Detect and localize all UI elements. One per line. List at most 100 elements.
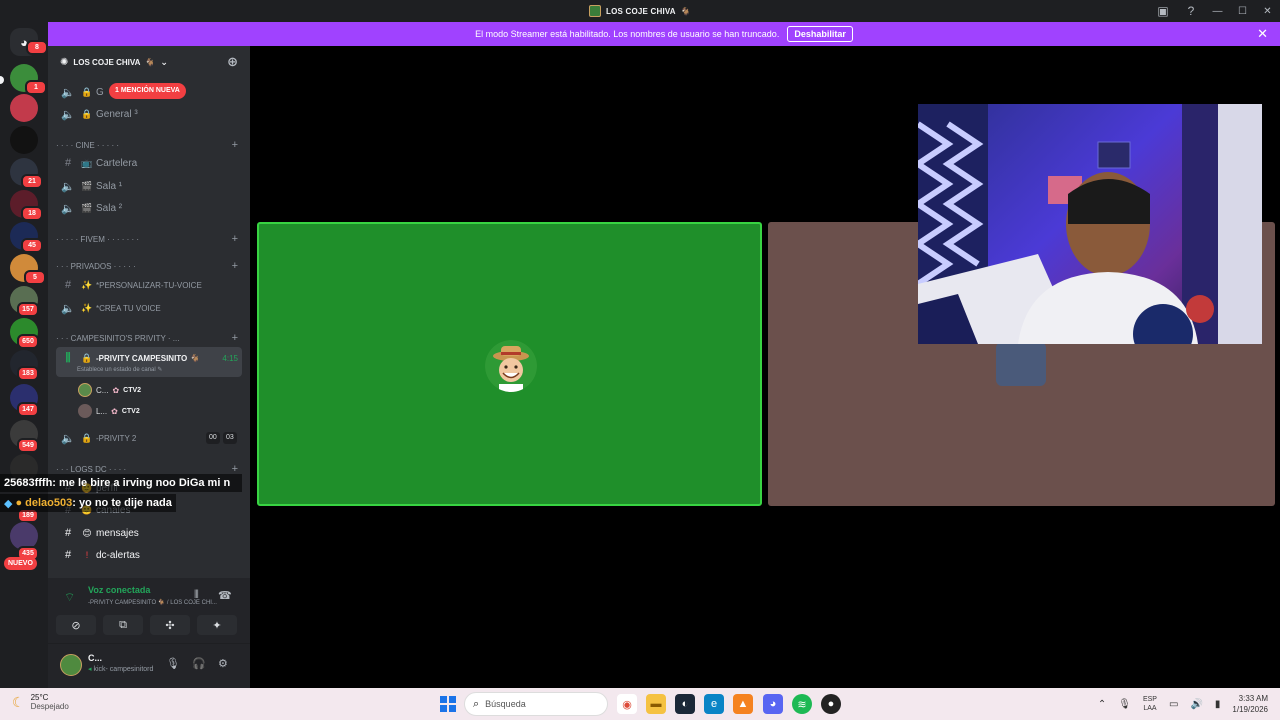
channel-sala2[interactable]: 🔈 🎬 Sala ²	[56, 198, 242, 218]
weather-temp: 25°C	[30, 693, 49, 702]
close-button[interactable]: ✕	[1255, 0, 1280, 22]
hashtag-icon: #	[64, 549, 72, 561]
windows-logo-icon	[449, 705, 456, 712]
windows-logo-icon	[449, 696, 456, 703]
add-channel-icon[interactable]: +	[232, 260, 238, 272]
channel-dc-alertas[interactable]: # ! dc-alertas	[56, 545, 242, 565]
mention-badge[interactable]: 1 MENCIÓN NUEVA	[109, 83, 186, 99]
channel-status-text: Establece un estado de canal	[77, 367, 156, 373]
signal-icon[interactable]: ⌔	[64, 590, 75, 605]
screen-share-button[interactable]: ⧉	[103, 615, 143, 635]
channel-mensajes[interactable]: # 😊 mensajes	[56, 523, 242, 543]
server-badge: 650	[17, 334, 39, 349]
chevron-up-icon[interactable]: ⌃	[1098, 699, 1106, 710]
keyboard-layout: LAA	[1143, 705, 1157, 712]
close-icon[interactable]: ✕	[1257, 26, 1268, 42]
maximize-button[interactable]: ☐	[1230, 0, 1255, 22]
channel-personalizar[interactable]: # ✨ *PERSONALIZAR-TU-VOICE	[56, 275, 242, 295]
language-indicator[interactable]: ESP LAA	[1143, 695, 1157, 713]
chrome-icon[interactable]: ◉	[617, 694, 637, 714]
overlay-chat-text: : yo no te dije nada	[72, 497, 172, 509]
speaker-icon: 🔈	[61, 432, 75, 445]
overlay-chat-user: delao503	[25, 497, 73, 509]
avatar[interactable]	[60, 654, 82, 676]
guild-header[interactable]: ✺ LOS COJE CHIVA 🐐 ⌄ ⊕	[48, 46, 250, 78]
weather-widget[interactable]: ☾ 25°C Despejado	[12, 693, 69, 711]
webcam-feed-image	[918, 104, 1262, 344]
help-icon[interactable]: ?	[1177, 0, 1205, 22]
category-privados[interactable]: · · · PRIVADOS · · · · · +	[56, 258, 242, 274]
channel-label: -PRIVITY CAMPESINITO	[96, 353, 188, 363]
inbox-icon[interactable]: ▣	[1149, 0, 1177, 22]
disable-streamer-button[interactable]: Deshabilitar	[787, 26, 853, 42]
display-icon[interactable]: ▭	[1169, 699, 1178, 710]
battery-icon[interactable]: ▮	[1215, 699, 1221, 710]
microphone-icon[interactable]: 🎙	[166, 657, 180, 670]
hashtag-icon: #	[64, 279, 72, 291]
voice-tile-speaking[interactable]	[257, 222, 762, 506]
window-title: LOS COJE CHIVA 🐐	[589, 5, 691, 17]
soundboard-button[interactable]: ✦	[197, 615, 237, 635]
category-label: · · · CAMPESINITO'S PRIVITY · ...	[56, 333, 180, 343]
channel-cartelera[interactable]: # 📺 Cartelera	[56, 153, 242, 173]
category-campesinito[interactable]: · · · CAMPESINITO'S PRIVITY · ... +	[56, 330, 242, 346]
webcam-overlay	[918, 104, 1262, 344]
volume-icon[interactable]: 🔊	[1190, 699, 1202, 710]
steam-icon[interactable]: ◐	[675, 694, 695, 714]
windows-logo-icon	[440, 696, 447, 703]
noise-suppression-icon[interactable]: ⦀	[194, 589, 199, 602]
spotify-icon[interactable]: ≋	[792, 694, 812, 714]
channel-general[interactable]: 🔈 🔒 General ³	[56, 104, 242, 124]
badge-icons: ◆	[4, 497, 13, 510]
user-status: ◂ kick- campesinitord	[88, 665, 153, 673]
camera-off-button[interactable]: ⊘	[56, 615, 96, 635]
discord-taskbar-icon[interactable]: ◕	[763, 694, 783, 714]
voice-status: Voz conectada	[88, 585, 151, 595]
vlc-icon[interactable]: ▲	[733, 694, 753, 714]
avatar	[78, 383, 92, 397]
voice-user[interactable]: C... ✿ CTV2	[78, 381, 141, 399]
category-cine[interactable]: · · · · CINE · · · · · +	[56, 137, 242, 153]
add-member-icon[interactable]: ⊕	[227, 54, 238, 70]
username[interactable]: C...	[88, 653, 102, 663]
file-explorer-icon[interactable]: ▬	[646, 694, 666, 714]
voice-user[interactable]: L... ✿ CTV2	[78, 402, 140, 420]
add-channel-icon[interactable]: +	[232, 233, 238, 245]
start-button[interactable]	[440, 696, 456, 712]
microphone-icon[interactable]: 🎙	[1118, 699, 1131, 710]
server-badge: 549	[17, 438, 39, 453]
category-fivem[interactable]: · · · · · FIVEM · · · · · · · +	[56, 231, 242, 247]
taskbar-search[interactable]: ⌕ Búsqueda	[464, 692, 608, 716]
clock[interactable]: 3:33 AM 1/19/2026	[1232, 693, 1268, 715]
clock-time: 3:33 AM	[1238, 694, 1268, 703]
channel-label: -PRIVITY 2	[96, 433, 137, 443]
headphones-icon[interactable]: 🎧	[192, 657, 206, 670]
add-channel-icon[interactable]: +	[232, 139, 238, 151]
activities-icon: ✣	[165, 619, 175, 632]
server-badge: 45	[21, 238, 43, 253]
edge-icon[interactable]: e	[704, 694, 724, 714]
avatar	[78, 404, 92, 418]
lock-icon: 🔒	[81, 86, 93, 97]
minimize-button[interactable]: —	[1205, 0, 1230, 22]
server-icon-3[interactable]	[10, 126, 38, 154]
channel-sala1[interactable]: 🔈 🎬 Sala ¹	[56, 176, 242, 196]
chevron-down-icon: ⌄	[160, 56, 168, 67]
obs-icon[interactable]: ●	[821, 694, 841, 714]
channel-privity-campesinito[interactable]: ⫼ 🔒 -PRIVITY CAMPESINITO 🐐 4:15	[56, 348, 242, 368]
title-bar: LOS COJE CHIVA 🐐 ▣ ? — ☐ ✕	[0, 0, 1280, 22]
channel-crea[interactable]: 🔈 ✨ *CREA TU VOICE	[56, 298, 242, 318]
badge-icons: ●	[15, 497, 23, 509]
sparkle-icon: ✨	[81, 279, 93, 290]
search-placeholder: Búsqueda	[485, 699, 526, 709]
add-channel-icon[interactable]: +	[232, 332, 238, 344]
category-label: · · · · CINE · · · · ·	[56, 140, 120, 150]
goat-icon: 🐐	[145, 57, 156, 67]
disconnect-icon[interactable]: ☎	[218, 589, 232, 602]
activities-button[interactable]: ✣	[150, 615, 190, 635]
channel-status[interactable]: Establece un estado de canal ✎	[77, 366, 162, 373]
overlay-chat-user: 25683fffh	[4, 477, 53, 489]
server-thumbnail	[589, 5, 602, 17]
settings-gear-icon[interactable]: ⚙	[218, 657, 228, 670]
server-icon-2[interactable]	[10, 94, 38, 122]
